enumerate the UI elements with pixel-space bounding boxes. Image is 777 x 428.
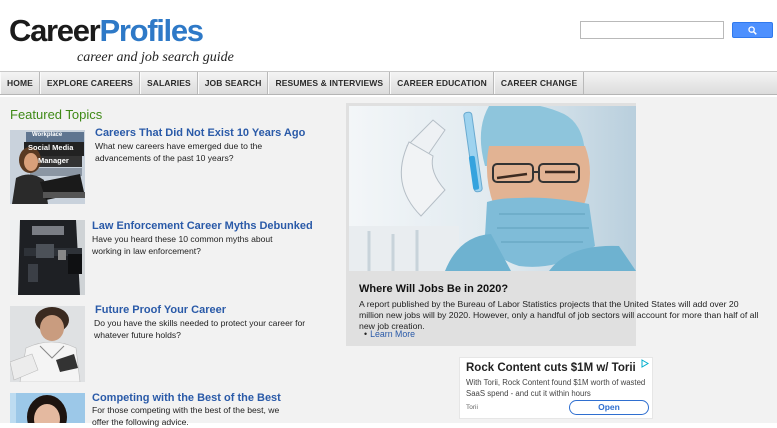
nav-career-change[interactable]: CAREER CHANGE xyxy=(493,72,585,94)
site-logo[interactable]: CareerProfiles career and job search gui… xyxy=(9,13,234,66)
logo-wordmark: CareerProfiles xyxy=(9,13,204,48)
nav-career-education[interactable]: CAREER EDUCATION xyxy=(390,72,494,94)
nav-resumes-interviews[interactable]: RESUMES & INTERVIEWS xyxy=(268,72,391,94)
main-content: Featured Topics Workplace Social Media M… xyxy=(0,97,777,427)
topic-description: Do you have the skills needed to protect… xyxy=(94,318,306,340)
topic-description: What new careers have emerged due to the… xyxy=(95,141,263,163)
logo-profiles: Profiles xyxy=(99,13,204,48)
feature-learn-more-item: • Learn More xyxy=(364,329,415,339)
search-button[interactable] xyxy=(732,22,773,38)
topic-title-link[interactable]: Competing with the Best of the Best xyxy=(92,392,281,404)
ad-text: With Torii, Rock Content found $1M worth… xyxy=(466,378,646,398)
topic-thumbnail-competing[interactable] xyxy=(10,393,85,423)
topic-title-link[interactable]: Law Enforcement Career Myths Debunked xyxy=(92,220,313,232)
nav-salaries[interactable]: SALARIES xyxy=(139,72,198,94)
advertisement[interactable]: Rock Content cuts $1M w/ Torii With Tori… xyxy=(459,357,653,419)
search-icon xyxy=(748,25,757,35)
search-input[interactable] xyxy=(580,21,724,39)
feature-article: Where Will Jobs Be in 2020? A report pub… xyxy=(346,103,758,346)
search-form xyxy=(580,21,773,39)
site-header: CareerProfiles career and job search gui… xyxy=(0,0,777,70)
logo-career: Career xyxy=(9,13,101,48)
thumb-text-manager: Manager xyxy=(38,156,69,165)
ad-brand: Torii xyxy=(466,404,478,411)
bullet-icon: • xyxy=(364,329,368,339)
topic-title-link[interactable]: Careers That Did Not Exist 10 Years Ago xyxy=(95,127,305,139)
ad-choices-icon[interactable] xyxy=(641,359,649,368)
nav-home[interactable]: HOME xyxy=(0,72,40,94)
topic-description: Have you heard these 10 common myths abo… xyxy=(92,234,273,256)
ad-title[interactable]: Rock Content cuts $1M w/ Torii xyxy=(466,362,636,374)
ad-open-button[interactable]: Open xyxy=(569,400,649,415)
learn-more-link[interactable]: Learn More xyxy=(370,329,415,339)
topic-thumbnail-law-enforcement[interactable] xyxy=(10,220,85,295)
topic-thumbnail-future-proof[interactable] xyxy=(10,306,85,382)
nav-job-search[interactable]: JOB SEARCH xyxy=(197,72,269,94)
nav-explore-careers[interactable]: EXPLORE CAREERS xyxy=(39,72,140,94)
topic-thumbnail-social-media[interactable]: Workplace Social Media Manager xyxy=(10,130,85,204)
feature-photo-surgeon[interactable] xyxy=(349,106,636,271)
thumb-text-social-media: Social Media xyxy=(28,143,74,152)
logo-tagline: career and job search guide xyxy=(77,50,234,65)
topic-title-link[interactable]: Future Proof Your Career xyxy=(95,304,226,316)
featured-topics-heading: Featured Topics xyxy=(10,107,103,122)
topic-description: For those competing with the best of the… xyxy=(92,405,280,427)
thumb-text-workplace: Workplace xyxy=(32,132,63,138)
main-nav: HOME EXPLORE CAREERS SALARIES JOB SEARCH… xyxy=(0,71,777,95)
feature-summary: A report published by the Bureau of Labo… xyxy=(359,299,759,331)
feature-title: Where Will Jobs Be in 2020? xyxy=(359,283,509,295)
